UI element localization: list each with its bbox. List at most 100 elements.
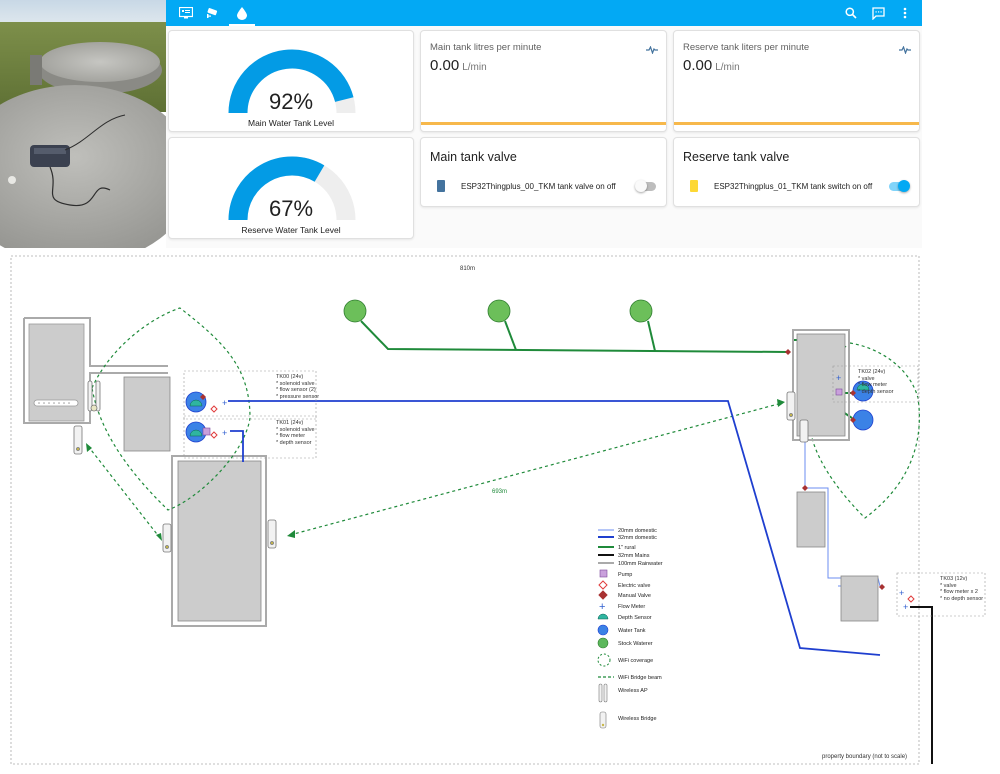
legend-marker [597,613,609,620]
legend: 20mm domestic32mm domestic 1" rural 32mm M… [597,528,663,729]
annotation-tk03: TK03 (12v) * valve * flow meter x 2 * no… [940,576,984,602]
legend-item: 100mm Rainwater [598,561,663,567]
sensor-main-value-row: 0.00 L/min [430,57,487,74]
legend-item: 32mm Mains [598,553,650,559]
legend-item: Manual Valve [598,590,651,600]
gauge-reserve-name: Reserve Water Tank Level [241,225,341,235]
sensor-reserve-history-bar [674,122,919,125]
shed-roof [28,323,85,422]
legend-marker [599,711,607,729]
annotation-tk02: TK02 (24v) * valve * flow meter * depth … [858,369,894,395]
legend-label: Water Tank [618,628,646,634]
stock-waterers [343,299,653,323]
legend-marker [598,683,608,703]
annotation-tk00: TK00 (24v) * solenoid valve * flow senso… [276,374,320,400]
valve-card-reserve: Reserve tank valve ESP32Thingplus_01_TKM… [673,137,920,207]
cctv-icon[interactable] [203,3,223,23]
tank-mid-right [796,491,826,548]
valve-reserve-toggle[interactable] [889,180,910,192]
dashboard-icon[interactable] [176,3,196,23]
tank-tk03 [840,575,879,622]
legend-item: Water Tank [597,624,646,636]
gauge-reserve-value: 67% [268,196,314,221]
valve-main-entity[interactable]: ESP32Thingplus_00_TKM tank valve on off [461,182,616,191]
dimension-link-label: 693m [492,489,507,495]
tank-photo [0,0,166,248]
legend-label: 1" rural [618,545,636,551]
wireless-bridge-left-1 [73,425,83,455]
valve-main-toggle[interactable] [635,180,656,192]
device-icon [437,180,445,192]
small-shed [123,376,171,452]
svg-text:+: + [222,398,227,408]
sensor-reserve-value-row: 0.00 L/min [683,57,740,74]
app-toolbar [166,0,922,26]
legend-item: + Flow Meter [599,601,645,613]
valve-reserve-title: Reserve tank valve [683,150,790,164]
property-boundary [10,255,920,765]
valve-reserve-entity[interactable]: ESP32Thingplus_01_TKM tank switch on off [714,182,872,191]
legend-label: Wireless Bridge [618,716,657,722]
legend-item: Pump [599,569,632,578]
mains-32mm [910,606,933,764]
legend-label: Wireless AP [618,688,648,694]
bridge-beam-long [289,402,783,536]
wireless-bridge-left-2 [162,523,172,553]
legend-label: Depth Sensor [618,615,652,621]
gauge-main-name: Main Water Tank Level [248,118,334,128]
sensor-main-unit: L/min [462,62,487,73]
valve-main-title: Main tank valve [430,150,517,164]
legend-item: Wireless Bridge [599,711,657,729]
legend-label: WiFi coverage [618,658,653,664]
chat-icon[interactable] [868,3,888,23]
legend-marker [597,653,611,667]
search-icon[interactable] [841,3,861,23]
legend-item: 32mm domestic [598,535,657,541]
legend-item: Stock Waterer [597,637,653,649]
legend-label: Stock Waterer [618,641,653,647]
svg-text:+: + [836,373,841,383]
legend-marker [599,569,608,578]
gauge-card-reserve[interactable]: 67% Reserve Water Tank Level [168,137,414,239]
legend-item: Electric valve [598,580,650,590]
svg-text:+: + [903,602,908,612]
gauge-card-main[interactable]: 92% Main Water Tank Level [168,30,414,132]
legend-label: Pump [618,572,632,578]
legend-label: 32mm domestic [618,535,657,541]
sensor-card-reserve-flow[interactable]: Reserve tank liters per minute 0.00 L/min [673,30,920,132]
svg-text:+: + [222,428,227,438]
sensor-main-title: Main tank litres per minute [430,42,542,53]
pulse-icon [899,41,911,59]
water-system-diagram: + + + + + 810m 693m property boundary (n… [0,248,1000,774]
valve-card-main: Main tank valve ESP32Thingplus_00_TKM ta… [420,137,667,207]
sensor-reserve-unit: L/min [715,62,740,73]
legend-item: 1" rural [598,545,636,551]
legend-item: Wireless AP [598,683,648,703]
sensor-main-value: 0.00 [430,57,460,74]
legend-label: 32mm Mains [618,553,650,559]
sensor-reserve-title: Reserve tank liters per minute [683,42,810,53]
legend-label: 100mm Rainwater [618,561,663,567]
legend-item: 20mm domestic [598,528,657,534]
wireless-bridge-left-3 [267,519,277,549]
dashboard-view: 92% Main Water Tank Level 67% Reserve Wa… [166,26,922,248]
dimension-top-label: 810m [460,266,475,272]
annotation-tk01: TK01 (24v) * solenoid valve * flow meter… [276,420,315,446]
legend-item: WiFi coverage [597,653,653,667]
gauge-main-value: 92% [268,89,314,114]
legend-marker: + [599,601,605,613]
boundary-note: property boundary (not to scale) [822,754,907,760]
more-vert-icon[interactable] [895,3,915,23]
legend-label: 20mm domestic [618,528,657,534]
water-drop-icon[interactable] [232,3,252,23]
legend-label: Flow Meter [618,604,645,610]
sensor-main-history-bar [421,122,666,125]
domestic-32mm [228,400,881,656]
legend-item: Depth Sensor [597,613,652,621]
legend-item: WiFi Bridge beam [598,675,662,681]
sensor-card-main-flow[interactable]: Main tank litres per minute 0.00 L/min [420,30,667,132]
legend-label: WiFi Bridge beam [618,675,662,681]
legend-label: Electric valve [618,583,650,589]
legend-marker [598,590,608,600]
sensor-reserve-value: 0.00 [683,57,713,74]
